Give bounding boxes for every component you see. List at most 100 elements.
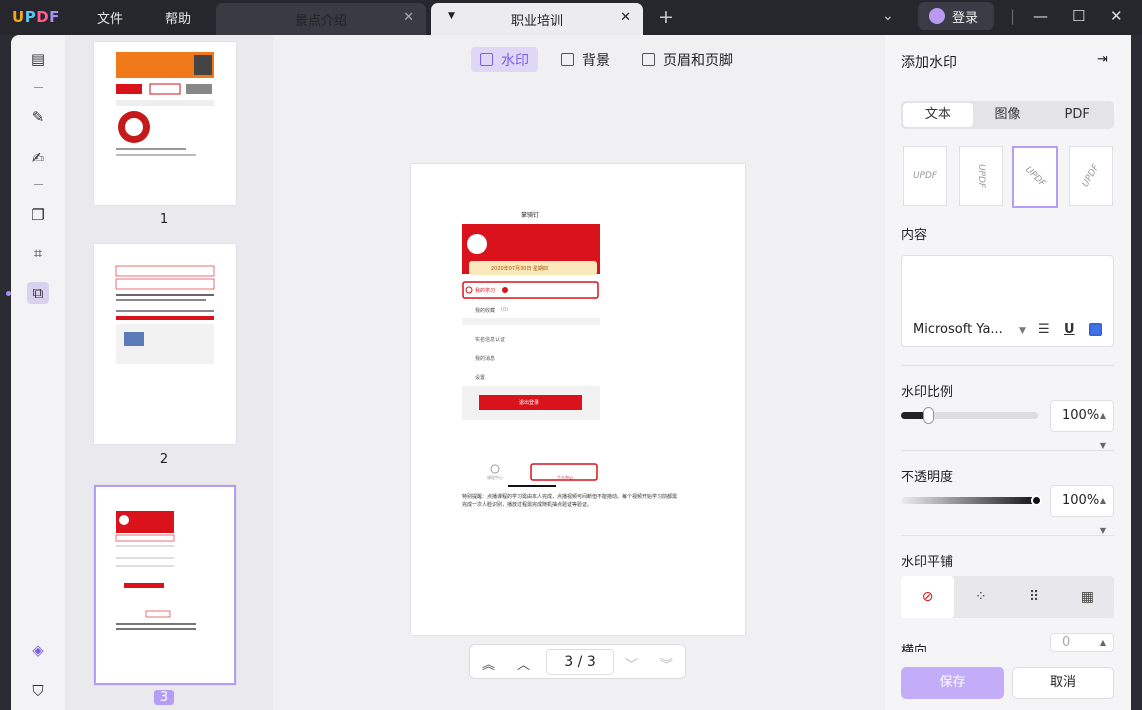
maximize-icon[interactable]: ☐ bbox=[1072, 7, 1085, 25]
close-window-icon[interactable]: ✕ bbox=[1110, 7, 1123, 25]
background-icon bbox=[561, 53, 574, 66]
organize-pages-icon[interactable]: ❐ bbox=[27, 204, 49, 226]
mode-label: 页眉和页脚 bbox=[663, 52, 733, 69]
page-navigator: ︽ ︿ 3 / 3 ﹀ ︾ bbox=[469, 644, 686, 679]
page-thumbnail-1[interactable] bbox=[94, 42, 236, 205]
watermark-icon bbox=[480, 53, 493, 66]
tab-scenic-intro[interactable]: 景点介绍 ✕ bbox=[216, 3, 426, 35]
align-left-icon[interactable]: ☰ bbox=[1038, 322, 1050, 337]
thumbnail-graphic bbox=[116, 52, 214, 156]
layers-icon[interactable]: ◈ bbox=[27, 639, 49, 661]
slider-knob[interactable] bbox=[923, 407, 935, 424]
chevron-down-icon[interactable]: ⌄ bbox=[882, 8, 894, 24]
add-tab-icon[interactable]: + bbox=[658, 6, 674, 28]
watermark-text-input[interactable]: Microsoft Ya... ▼ ☰ U bbox=[901, 255, 1114, 347]
slider-knob[interactable] bbox=[1031, 495, 1042, 506]
watermark-style-presets: UPDF UPDF UPDF UPDF bbox=[903, 146, 1114, 208]
divider bbox=[901, 365, 1114, 366]
last-page-icon[interactable]: ︾ bbox=[660, 654, 673, 673]
tile-2x2-icon[interactable]: ⁘ bbox=[954, 576, 1007, 618]
prev-page-icon[interactable]: ︿ bbox=[517, 654, 530, 673]
tab-text[interactable]: 文本 bbox=[903, 103, 973, 127]
tile-options: ⊘ ⁘ ⠿ ▦ bbox=[901, 576, 1114, 618]
horizontal-value-input[interactable]: 0 ▲ bbox=[1050, 633, 1114, 652]
close-icon[interactable]: ✕ bbox=[620, 10, 631, 25]
doc-tab-courses: 课程中心 bbox=[487, 475, 503, 480]
bookmark-icon[interactable]: ⛉ bbox=[27, 680, 49, 702]
doc-tab-personal: 个人中心 bbox=[557, 475, 573, 480]
menu-help[interactable]: 帮助 bbox=[165, 8, 191, 27]
tab-image[interactable]: 图像 bbox=[973, 103, 1043, 127]
opacity-label: 不透明度 bbox=[901, 470, 954, 485]
menu-file[interactable]: 文件 bbox=[97, 8, 123, 27]
style-preset-vertical[interactable]: UPDF bbox=[959, 146, 1003, 206]
scale-slider[interactable] bbox=[901, 407, 1038, 424]
updf-logo: UPDF bbox=[12, 8, 60, 26]
separator: | bbox=[1010, 7, 1016, 25]
page-tools-icon[interactable]: ⧉ bbox=[27, 282, 49, 304]
tab-pdf[interactable]: PDF bbox=[1042, 103, 1112, 127]
page-number-2: 2 bbox=[159, 452, 169, 467]
mode-background[interactable]: 背景 bbox=[552, 47, 619, 72]
opacity-value-select[interactable]: 100% ▲ ▼ bbox=[1050, 485, 1114, 535]
scale-value-select[interactable]: 100% ▲ ▼ bbox=[1050, 400, 1114, 450]
edit-icon[interactable]: ✍ bbox=[27, 147, 49, 169]
font-select[interactable]: Microsoft Ya... ▼ bbox=[913, 322, 1026, 337]
crop-icon[interactable]: ⌗ bbox=[27, 242, 49, 264]
tile-3x3-icon[interactable]: ⠿ bbox=[1008, 576, 1061, 618]
doc-row-settings: 设置 bbox=[475, 375, 486, 381]
save-button[interactable]: 保存 bbox=[901, 667, 1004, 699]
document-page: 掌骑钉 2020年07月30日 星期四 我的学习 我的收藏 (0) 实名信息认证… bbox=[411, 164, 745, 635]
watermark-type-tabs: 文本 图像 PDF bbox=[901, 101, 1114, 129]
cancel-button[interactable]: 取消 bbox=[1012, 667, 1114, 699]
page-number-3[interactable]: 3 bbox=[154, 690, 174, 705]
doc-row-favorites: 我的收藏 bbox=[475, 308, 496, 314]
watermark-panel: 添加水印 ⇥ 文本 图像 PDF UPDF UPDF UPDF UPDF 内容 … bbox=[885, 35, 1131, 710]
doc-note: 特别提醒：点播课程的学习需由本人完成，点播视频可间断但不能拖动。每个视频开始学习… bbox=[462, 494, 678, 508]
page-thumbnail-3[interactable] bbox=[94, 485, 236, 685]
doc-row-study: 我的学习 bbox=[475, 288, 496, 294]
opacity-slider[interactable] bbox=[901, 495, 1042, 506]
horizontal-label: 横向 bbox=[901, 644, 928, 652]
style-preset-diagonal[interactable]: UPDF bbox=[1012, 146, 1058, 208]
tile-none-icon[interactable]: ⊘ bbox=[901, 576, 955, 618]
watermark-mode-bar: 水印 背景 页眉和页脚 bbox=[471, 47, 756, 72]
page-graphics bbox=[462, 224, 600, 487]
mode-header-footer[interactable]: 页眉和页脚 bbox=[633, 47, 742, 72]
tile-4x4-icon[interactable]: ▦ bbox=[1061, 576, 1114, 618]
login-button[interactable]: 登录 bbox=[918, 2, 994, 30]
avatar-icon bbox=[929, 8, 945, 24]
text-color-swatch[interactable] bbox=[1089, 323, 1102, 336]
content-label: 内容 bbox=[901, 228, 928, 243]
style-preset-horizontal[interactable]: UPDF bbox=[903, 146, 947, 206]
left-toolbar: ▤ ✎ ✍ ❐ ⌗ ⧉ ◈ ⛉ bbox=[11, 35, 65, 710]
next-page-icon[interactable]: ﹀ bbox=[625, 654, 638, 673]
doc-favorites-count: (0) bbox=[501, 307, 509, 313]
underline-icon[interactable]: U bbox=[1064, 322, 1075, 337]
tile-label: 水印平铺 bbox=[901, 555, 954, 570]
comment-icon[interactable]: ✎ bbox=[27, 106, 49, 128]
doc-date: 2020年07月30日 星期四 bbox=[491, 266, 549, 272]
mode-label: 背景 bbox=[582, 52, 610, 69]
first-page-icon[interactable]: ︽ bbox=[482, 654, 495, 673]
minimize-icon[interactable]: — bbox=[1033, 7, 1048, 25]
scale-label: 水印比例 bbox=[901, 385, 954, 400]
doc-row-messages: 我的消息 bbox=[475, 356, 496, 362]
mode-watermark[interactable]: 水印 bbox=[471, 47, 538, 72]
panel-title: 添加水印 bbox=[901, 55, 957, 71]
thumbnail-graphic bbox=[115, 511, 196, 630]
doc-row-verify: 实名信息认证 bbox=[475, 337, 506, 343]
divider bbox=[901, 535, 1114, 536]
close-icon[interactable]: ✕ bbox=[403, 10, 414, 25]
thumbnail-panel: 1 2 3 bbox=[65, 35, 273, 710]
tab-vocational-training[interactable]: ▼ 职业培训 ✕ bbox=[431, 3, 643, 35]
collapse-panel-icon[interactable]: ⇥ bbox=[1097, 52, 1108, 67]
page-number-input[interactable]: 3 / 3 bbox=[546, 649, 614, 675]
header-footer-icon bbox=[642, 53, 655, 66]
title-bar: UPDF 文件 帮助 景点介绍 ✕ ▼ 职业培训 ✕ + ⌄ 登录 | — ☐ … bbox=[0, 0, 1142, 35]
tab-label: 景点介绍 bbox=[294, 13, 347, 29]
reader-icon[interactable]: ▤ bbox=[27, 48, 49, 70]
style-preset-diagonal-reverse[interactable]: UPDF bbox=[1069, 146, 1113, 206]
page-thumbnail-2[interactable] bbox=[94, 244, 236, 444]
divider bbox=[901, 450, 1114, 451]
